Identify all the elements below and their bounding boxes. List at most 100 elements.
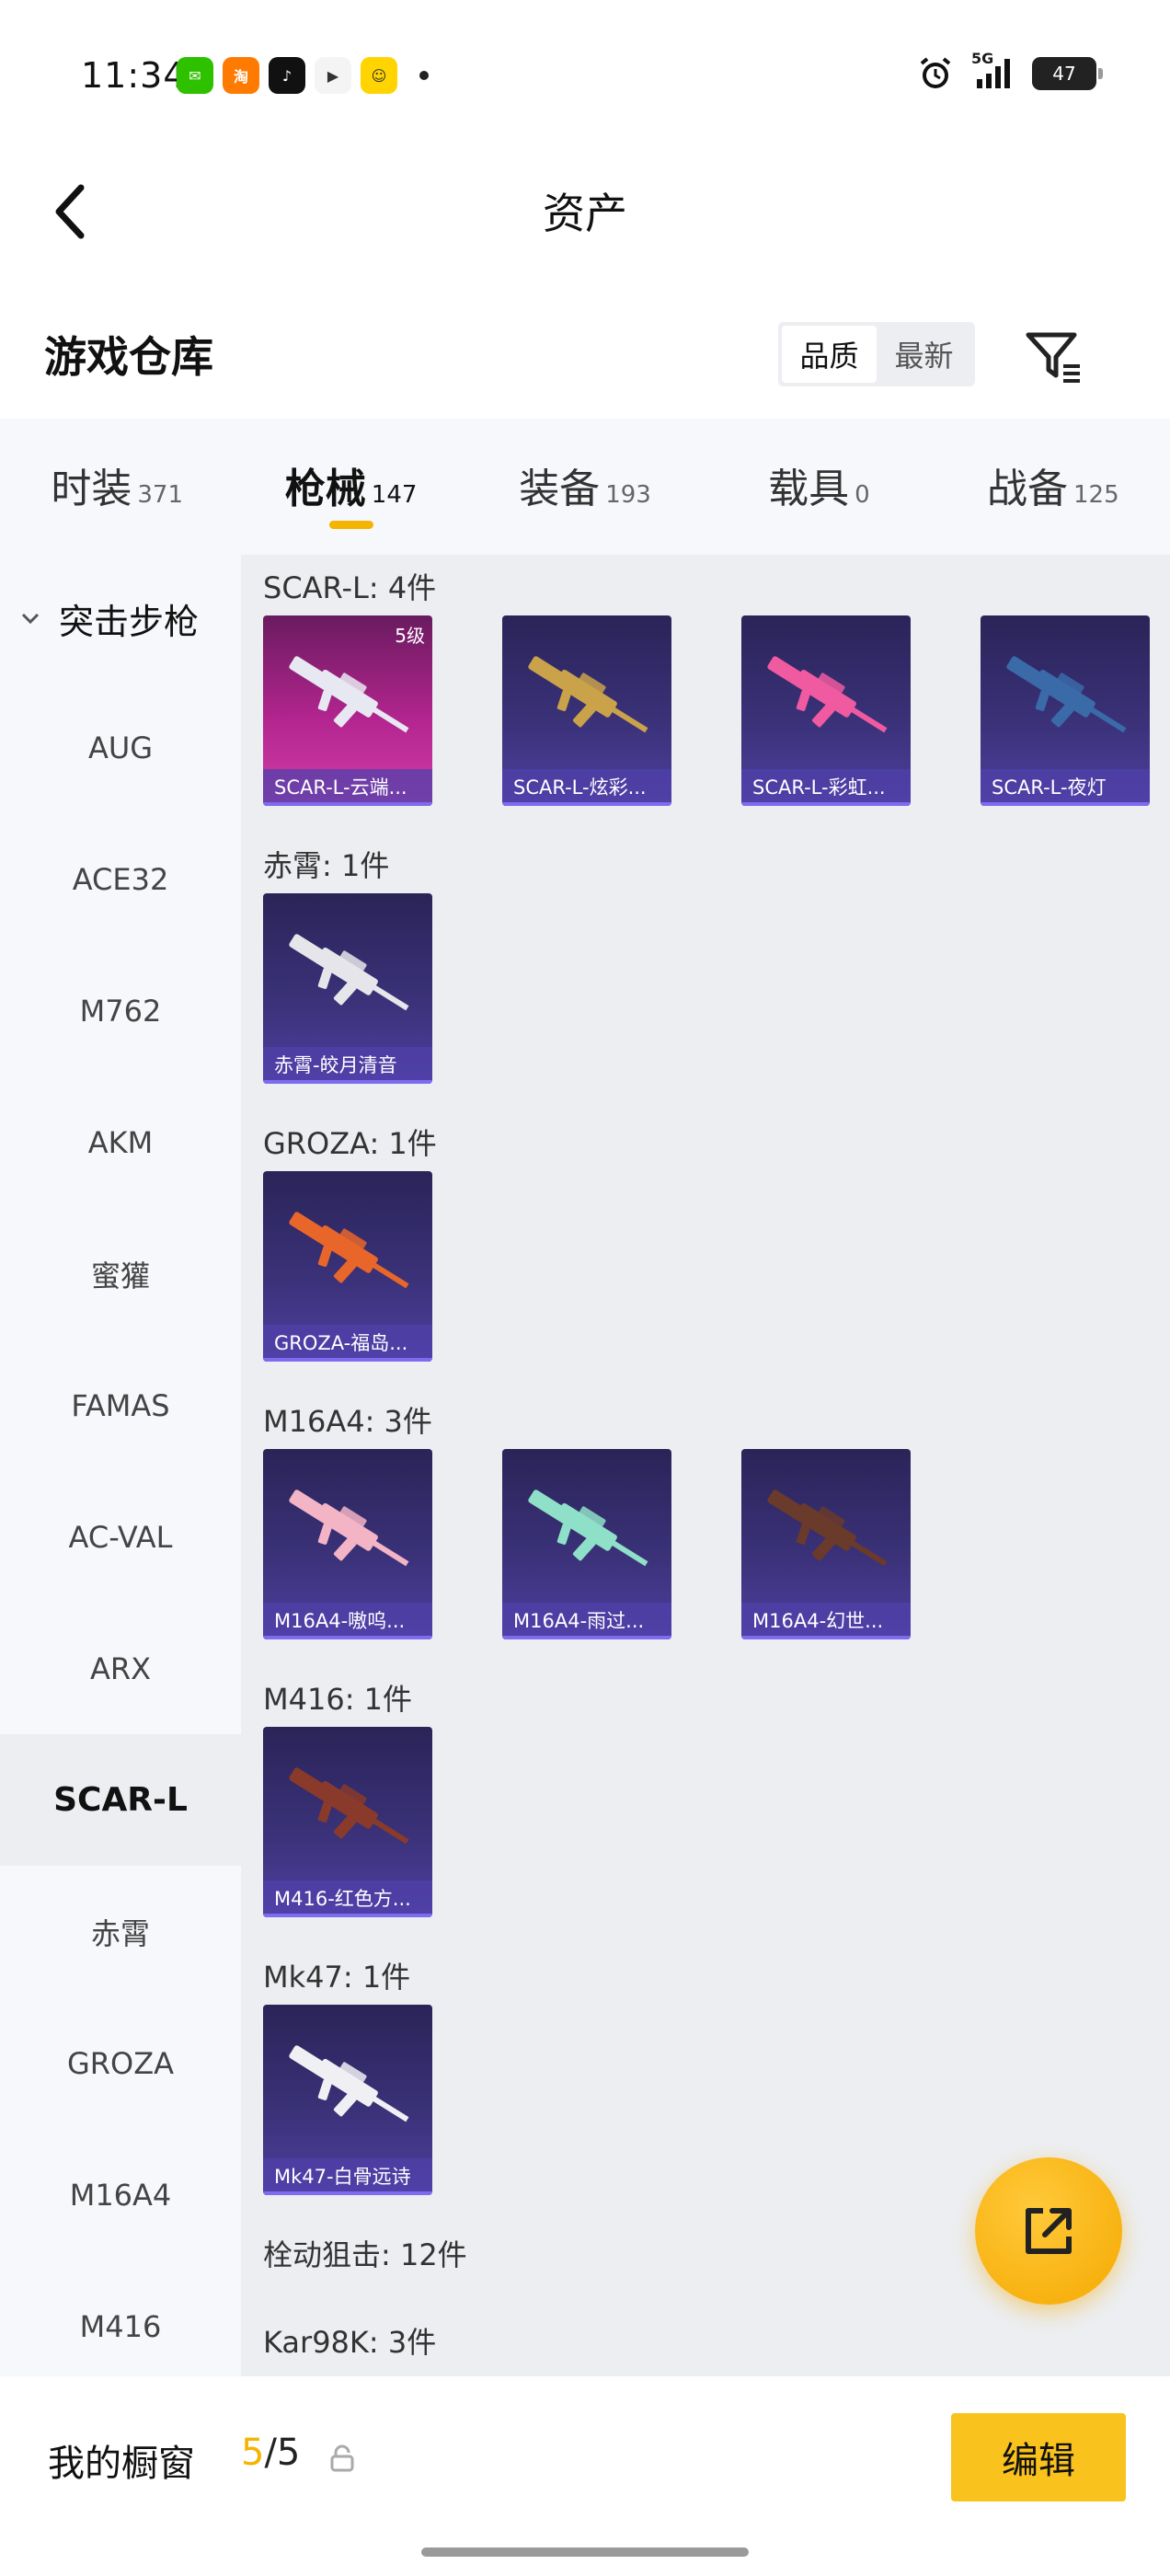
tab-equipment[interactable]: 装备 193	[468, 419, 702, 555]
edit-showcase-button[interactable]: 编辑	[951, 2413, 1126, 2501]
sidebar-group-assault-rifles[interactable]: 突击步枪	[0, 555, 241, 682]
page-title: 资产	[543, 189, 627, 238]
skin-card[interactable]: M416-红色方...	[263, 1727, 432, 1917]
weapon-section: Kar98K: 3件	[263, 2315, 436, 2370]
skin-card[interactable]: SCAR-L-彩虹...	[741, 615, 911, 806]
skin-name: M16A4-幻世...	[741, 1603, 911, 1639]
skin-grid: Mk47-白骨远诗	[263, 2005, 432, 2195]
sidebar-item[interactable]: AKM	[0, 1076, 241, 1208]
weapon-section: SCAR-L: 4件 5级 SCAR-L-云端... SCAR-L-炫彩... SCAR…	[263, 560, 1150, 806]
sidebar-item[interactable]: M762	[0, 945, 241, 1076]
tab-supplies[interactable]: 战备 125	[936, 419, 1170, 555]
rifle-icon	[289, 656, 409, 733]
alarm-icon	[920, 57, 951, 88]
status-time: 11:34	[81, 55, 187, 96]
sidebar-item[interactable]: FAMAS	[0, 1340, 241, 1471]
tab-label: 载具	[768, 466, 850, 512]
skin-card[interactable]: M16A4-嗷呜...	[263, 1449, 432, 1639]
battery-icon: 47	[1032, 57, 1103, 90]
sidebar-item[interactable]: ACE32	[0, 813, 241, 945]
rifle-icon	[528, 656, 648, 733]
weapon-section: 栓动狙击: 12件	[263, 2227, 467, 2283]
warehouse-title: 游戏仓库	[44, 332, 213, 382]
weapon-category-sidebar: 突击步枪 AUG ACE32 M762 AKM 蜜獾 FAMAS AC-VAL ARX SCAR…	[0, 555, 241, 2376]
skin-card[interactable]: SCAR-L-夜灯	[981, 615, 1150, 806]
rifle-icon	[1006, 656, 1127, 733]
section-title: Kar98K: 3件	[263, 2325, 437, 2360]
showcase-bar: 我的橱窗 5/5 编辑	[0, 2376, 1170, 2576]
section-title: GROZA: 1件	[263, 1126, 437, 1161]
taobao-icon: 淘	[223, 57, 259, 94]
sort-toggle: 品质 最新	[778, 322, 975, 386]
sort-by-quality-button[interactable]: 品质	[782, 326, 877, 383]
showcase-current: 5	[241, 2432, 265, 2474]
skin-name: M16A4-雨过...	[502, 1603, 671, 1639]
tab-label: 战备	[987, 466, 1068, 512]
section-title: M16A4: 3件	[263, 1404, 432, 1439]
tiktok-icon: ♪	[269, 57, 305, 94]
showcase-count: 5/5	[241, 2432, 300, 2474]
sidebar-item[interactable]: M416	[0, 2260, 241, 2376]
skin-grid: M416-红色方...	[263, 1727, 432, 1917]
weapon-section: GROZA: 1件 GROZA-福岛...	[263, 1116, 437, 1362]
sidebar-item[interactable]: GROZA	[0, 1997, 241, 2129]
section-title: 栓动狙击: 12件	[263, 2237, 467, 2272]
sidebar-item[interactable]: AC-VAL	[0, 1471, 241, 1603]
notification-app-icons: ✉ 淘 ♪ ▶ ☺	[177, 57, 429, 94]
section-title: Mk47: 1件	[263, 1960, 411, 1995]
showcase-label: 我的橱窗	[48, 2443, 195, 2485]
tab-fashion[interactable]: 时装 371	[0, 419, 234, 555]
skin-card[interactable]: SCAR-L-炫彩...	[502, 615, 671, 806]
weapon-section: M16A4: 3件 M16A4-嗷呜... M16A4-雨过... M16A4-幻世.…	[263, 1394, 911, 1639]
weapon-section: 赤霄: 1件 赤霄-皎月清音	[263, 838, 432, 1084]
skin-name: SCAR-L-夜灯	[981, 769, 1150, 806]
rifle-icon	[289, 1767, 409, 1845]
status-bar: 11:34 ✉ 淘 ♪ ▶ ☺ 5G 47	[0, 0, 1170, 147]
skin-card[interactable]: GROZA-福岛...	[263, 1171, 432, 1362]
battery-level: 47	[1052, 63, 1076, 85]
tab-count: 371	[137, 481, 184, 509]
rifle-icon	[289, 934, 409, 1011]
sidebar-item[interactable]: 蜜獾	[0, 1208, 241, 1340]
rifle-icon	[289, 1212, 409, 1289]
skin-name: 赤霄-皎月清音	[263, 1047, 432, 1084]
skin-card[interactable]: 5级 SCAR-L-云端...	[263, 615, 432, 806]
sidebar-item[interactable]: AUG	[0, 682, 241, 813]
share-fab-button[interactable]	[975, 2157, 1122, 2305]
rifle-icon	[289, 2045, 409, 2122]
filter-button[interactable]	[1021, 324, 1085, 388]
category-tabs: 时装 371 枪械 147 装备 193 载具 0 战备 125	[0, 419, 1170, 555]
skin-card[interactable]: M16A4-幻世...	[741, 1449, 911, 1639]
skin-card[interactable]: 赤霄-皎月清音	[263, 893, 432, 1084]
tab-label: 枪械	[284, 466, 366, 512]
skin-grid: 5级 SCAR-L-云端... SCAR-L-炫彩... SCAR-L-彩虹... SC…	[263, 615, 1150, 806]
tab-count: 193	[605, 481, 651, 509]
skin-level-badge: 5级	[395, 625, 425, 647]
tab-label: 装备	[519, 466, 601, 512]
rifle-icon	[289, 1489, 409, 1567]
tab-firearms[interactable]: 枪械 147	[234, 419, 467, 555]
skin-card[interactable]: Mk47-白骨远诗	[263, 2005, 432, 2195]
skin-name: SCAR-L-云端...	[263, 769, 432, 806]
rifle-icon	[767, 656, 888, 733]
skin-card[interactable]: M16A4-雨过...	[502, 1449, 671, 1639]
skin-name: Mk47-白骨远诗	[263, 2158, 432, 2195]
skin-grid: 赤霄-皎月清音	[263, 893, 432, 1084]
filter-icon	[1026, 332, 1080, 383]
weapon-section: Mk47: 1件 Mk47-白骨远诗	[263, 1949, 432, 2195]
sort-by-newest-button[interactable]: 最新	[877, 326, 971, 383]
skin-name: SCAR-L-彩虹...	[741, 769, 911, 806]
lock-icon[interactable]	[329, 2444, 355, 2472]
weapon-skin-list: SCAR-L: 4件 5级 SCAR-L-云端... SCAR-L-炫彩... SCAR…	[241, 555, 1170, 2376]
chevron-down-icon	[21, 613, 40, 625]
sidebar-item[interactable]: ARX	[0, 1603, 241, 1734]
sidebar-item[interactable]: 赤霄	[0, 1866, 241, 1997]
tencent-video-icon: ▶	[315, 57, 351, 94]
sidebar-item[interactable]: M16A4	[0, 2129, 241, 2260]
sidebar-item[interactable]: SCAR-L	[0, 1734, 241, 1866]
tab-count: 125	[1073, 481, 1119, 509]
home-indicator	[421, 2547, 749, 2557]
tab-vehicles[interactable]: 载具 0	[702, 419, 935, 555]
skin-name: SCAR-L-炫彩...	[502, 769, 671, 806]
skin-name: M416-红色方...	[263, 1880, 432, 1917]
